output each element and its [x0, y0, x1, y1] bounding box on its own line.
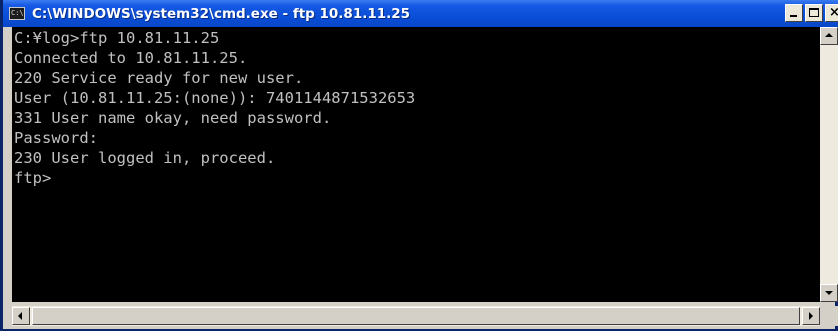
maximize-button[interactable] — [805, 4, 823, 22]
title-bar[interactable]: C:\ C:\WINDOWS\system32\cmd.exe - ftp 10… — [3, 0, 838, 27]
console-line: 230 User logged in, proceed. — [14, 149, 276, 167]
horizontal-scroll-thumb[interactable] — [32, 307, 800, 325]
horizontal-scrollbar[interactable] — [12, 306, 820, 326]
console-output[interactable]: C:¥log>ftp 10.81.11.25 Connected to 10.8… — [12, 27, 820, 302]
console-line: 331 User name okay, need password. — [14, 109, 332, 127]
console-line: Connected to 10.81.11.25. — [14, 49, 248, 67]
scroll-up-button[interactable] — [820, 27, 838, 45]
scroll-down-button[interactable] — [820, 284, 838, 302]
vertical-scrollbar[interactable] — [820, 27, 838, 302]
scroll-down-arrow-icon — [825, 291, 833, 295]
minimize-icon — [790, 15, 797, 17]
console-line: Password: — [14, 129, 98, 147]
console-line: C:¥log>ftp 10.81.11.25 — [14, 29, 220, 47]
console-prompt[interactable]: ftp> — [14, 168, 51, 188]
maximize-icon — [809, 8, 819, 17]
minimize-button[interactable] — [785, 4, 803, 22]
console-line: 220 Service ready for new user. — [14, 69, 304, 87]
scroll-right-button[interactable] — [802, 307, 820, 325]
scroll-up-arrow-icon — [825, 33, 833, 37]
window-title: C:\WINDOWS\system32\cmd.exe - ftp 10.81.… — [32, 6, 411, 22]
cmd-window: C:\ C:\WINDOWS\system32\cmd.exe - ftp 10… — [0, 0, 838, 331]
close-button[interactable]: × — [825, 4, 838, 22]
scroll-left-button[interactable] — [12, 307, 30, 325]
scroll-right-arrow-icon — [809, 312, 813, 320]
scrollbar-corner — [820, 306, 838, 326]
scroll-left-arrow-icon — [18, 312, 22, 320]
cmd-prompt-icon[interactable]: C:\ — [9, 7, 25, 20]
console-line: User (10.81.11.25:(none)): 7401144871532… — [14, 89, 416, 107]
close-icon: × — [829, 5, 838, 20]
